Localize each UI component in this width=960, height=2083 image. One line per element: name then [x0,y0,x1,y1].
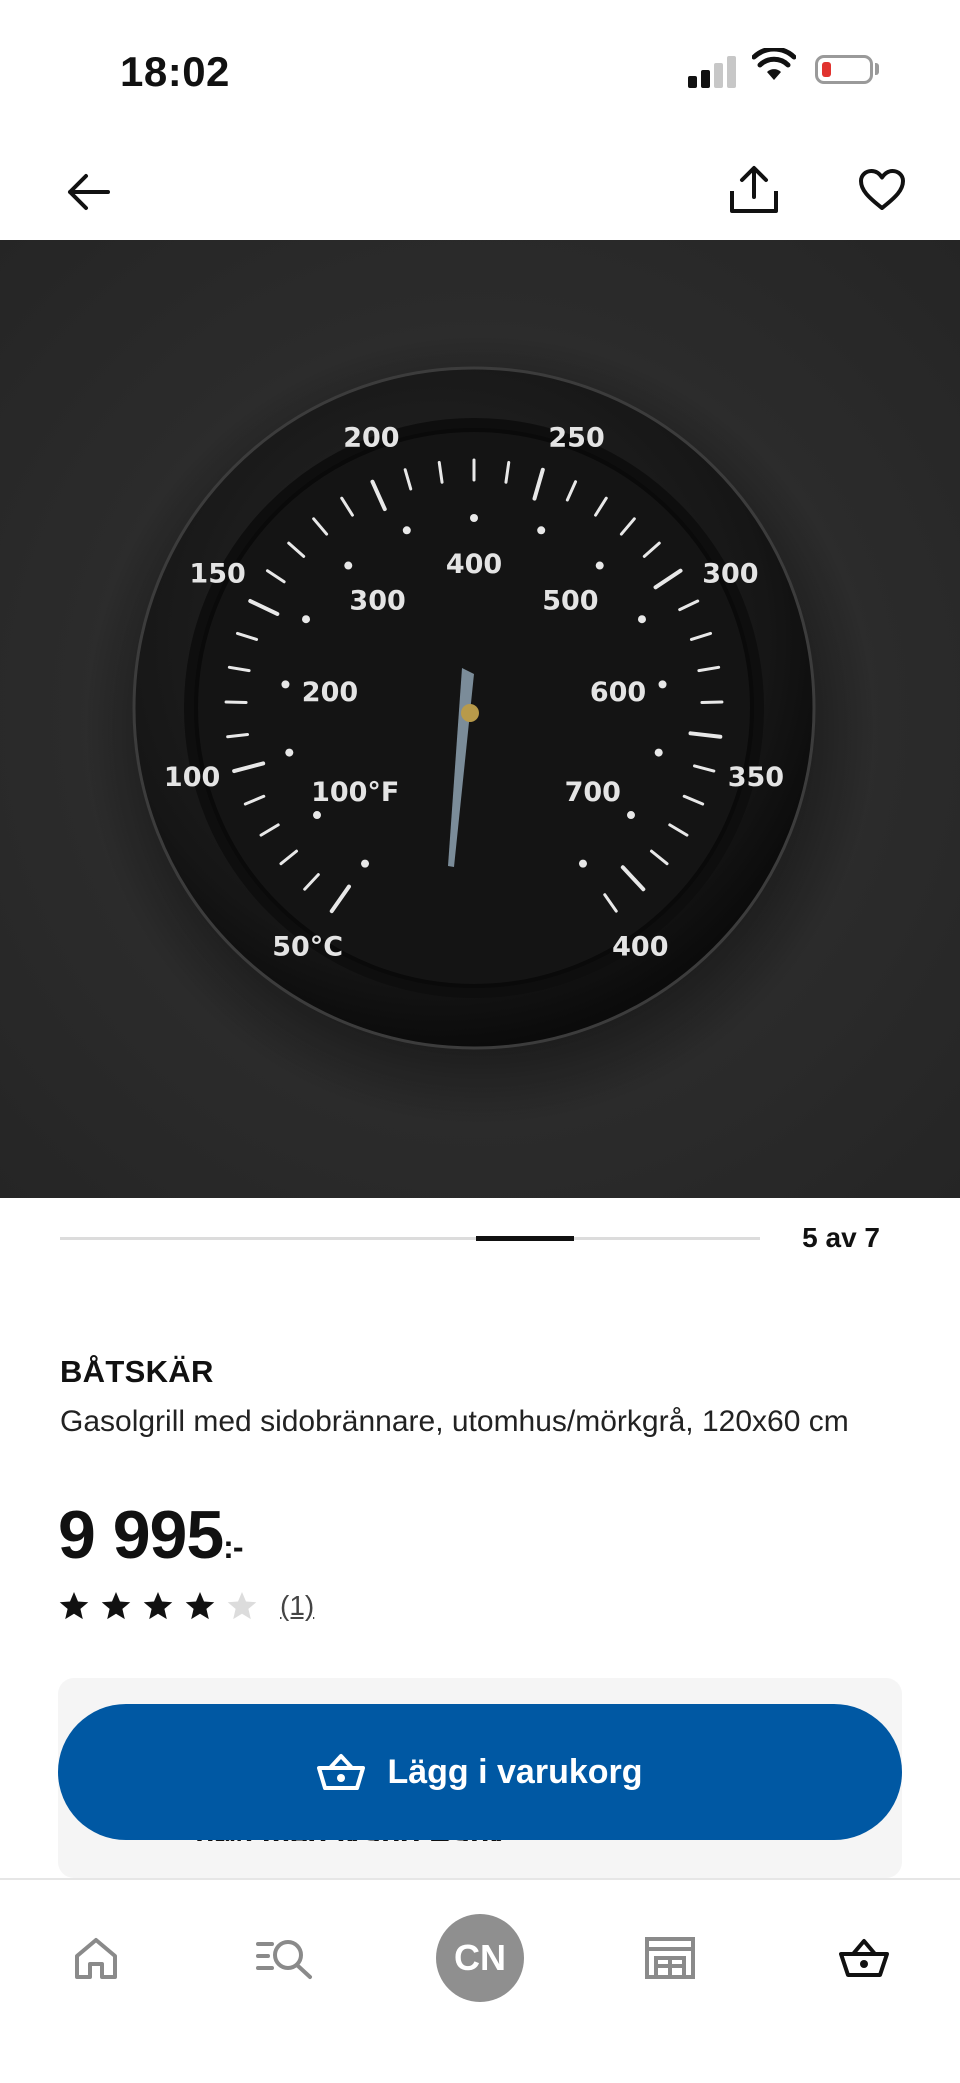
gauge-outer-label: 350 [728,762,784,793]
arrow-left-icon [66,172,110,212]
gauge-outer-label: 400 [612,932,668,963]
battery-nub [875,63,879,75]
gauge-dot [596,562,604,570]
price-value: 9 995 [58,1497,223,1573]
gauge-outer-label: 300 [702,558,758,589]
favorite-button[interactable] [850,158,914,222]
gauge-dot [537,526,545,534]
gauge-dot [281,680,289,688]
status-time: 18:02 [120,48,230,96]
gauge-inner-label: 500 [542,586,598,617]
share-button[interactable] [722,158,786,222]
tab-profile[interactable]: CN [432,1898,528,2018]
cellular-signal-icon [688,52,738,88]
gauge-outer-label: 100 [164,762,220,793]
product-name: BÅTSKÄR [60,1354,214,1390]
gallery-pager: 5 av 7 [740,1222,880,1254]
battery-icon [815,55,873,84]
bottom-tab-bar: CN [0,1878,960,2083]
basket-icon [839,1937,889,1979]
share-icon [728,165,780,215]
wifi-icon [752,48,796,82]
add-to-cart-label: Lägg i varukorg [387,1753,642,1792]
search-list-icon [256,1936,316,1980]
star-empty-icon [226,1590,258,1622]
top-nav [0,140,960,240]
gauge-inner-label: 400 [446,549,502,580]
gauge-inner-label: 700 [565,777,621,808]
store-icon [644,1936,696,1980]
rating-stars[interactable]: (1) [58,1590,314,1622]
gallery-progress-track [60,1237,760,1240]
gauge-inner-label: 600 [590,677,646,708]
gauge-dot [361,860,369,868]
add-to-cart-button[interactable]: Lägg i varukorg [58,1704,902,1840]
star-filled-icon [142,1590,174,1622]
gauge-dot [627,811,635,819]
gauge-inner-label: 100°F [311,777,399,808]
tab-search[interactable] [238,1910,334,2006]
gauge-dot [579,860,587,868]
gauge-dot [470,514,478,522]
star-filled-icon [58,1590,90,1622]
avatar: CN [436,1914,524,2002]
gauge-dot [638,615,646,623]
gauge-dot [344,562,352,570]
gallery-progress-indicator [476,1236,574,1241]
gauge-dot [313,811,321,819]
home-icon [73,1936,119,1980]
gauge-dot [655,749,663,757]
tab-stores[interactable] [622,1910,718,2006]
back-button[interactable] [56,160,120,224]
gauge-dot [403,526,411,534]
tab-cart[interactable] [816,1910,912,2006]
product-price: 9 995:- [58,1496,242,1574]
product-description: Gasolgrill med sidobrännare, utomhus/mör… [60,1400,880,1443]
review-count-link[interactable]: (1) [280,1590,314,1622]
gauge-dot [302,615,310,623]
tab-home[interactable] [48,1910,144,2006]
gauge-outer-label: 200 [343,423,399,454]
gauge-dot [285,749,293,757]
gauge-outer-label: 50°C [272,932,343,963]
product-image-gallery[interactable]: 50°C 100 150 200 250 300 350 400 100°F 200 300 400 5… [0,240,960,1198]
gauge-dot [659,680,667,688]
gauge-inner-label: 200 [302,677,358,708]
gauge-outer-label: 150 [189,558,245,589]
gauge-inner-label: 300 [349,586,405,617]
status-bar: 18:02 [0,0,960,140]
star-filled-icon [100,1590,132,1622]
thermometer-gauge-image: 50°C 100 150 200 250 300 350 400 100°F 200 300 400 5… [0,240,960,1198]
heart-icon [858,168,906,212]
gauge-outer-label: 250 [548,423,604,454]
star-filled-icon [184,1590,216,1622]
price-suffix: :- [223,1529,242,1565]
basket-icon [317,1752,365,1792]
